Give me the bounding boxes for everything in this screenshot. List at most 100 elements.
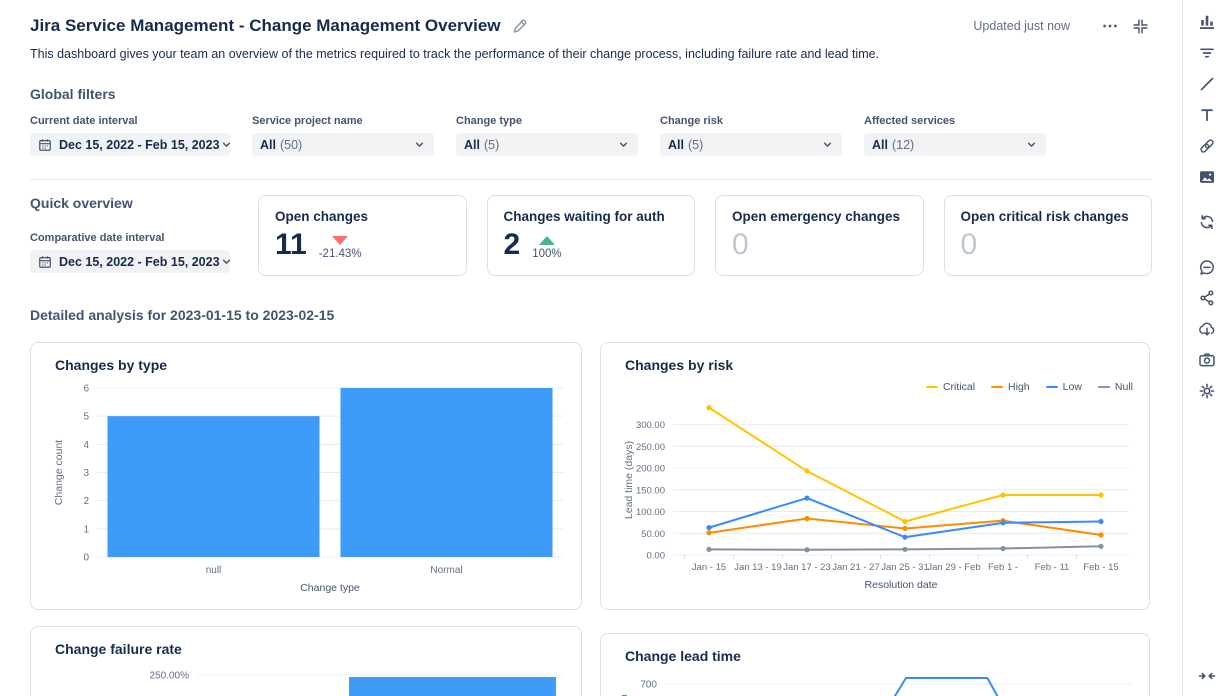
svg-text:null: null bbox=[206, 565, 222, 576]
calendar-icon bbox=[38, 138, 52, 152]
stat-card-title: Open critical risk changes bbox=[961, 209, 1136, 224]
image-icon[interactable] bbox=[1197, 167, 1217, 187]
stat-card-title: Open emergency changes bbox=[732, 209, 907, 224]
svg-text:Feb 1 -: Feb 1 - bbox=[988, 562, 1018, 573]
comparative-date-label: Comparative date interval bbox=[30, 232, 230, 244]
ellipsis-icon bbox=[1101, 17, 1119, 35]
filter-count: (12) bbox=[892, 138, 914, 152]
svg-text:50.00: 50.00 bbox=[641, 529, 665, 540]
change-type-select[interactable]: All(5) bbox=[456, 133, 638, 156]
collapse-panel-icon[interactable] bbox=[1197, 666, 1217, 686]
filter-count: (5) bbox=[688, 138, 703, 152]
camera-icon[interactable] bbox=[1197, 350, 1217, 370]
stat-card-open-emergency-changes: Open emergency changes0 bbox=[715, 195, 924, 276]
filter-group-service-project-name: Service project nameAll(50) bbox=[252, 115, 434, 156]
filter-label: Change type bbox=[456, 115, 638, 127]
svg-text:700: 700 bbox=[640, 680, 657, 691]
stat-card-title: Changes waiting for auth bbox=[504, 209, 679, 224]
svg-text:Lead time (days): Lead time (days) bbox=[623, 441, 635, 519]
detailed-analysis-heading: Detailed analysis for 2023-01-15 to 2023… bbox=[30, 307, 1152, 323]
filter-group-change-risk: Change riskAll(5) bbox=[660, 115, 842, 156]
stat-card-value: 2 bbox=[504, 230, 521, 260]
legend-dash bbox=[991, 386, 1003, 389]
filter-value: All bbox=[260, 138, 276, 152]
link-icon[interactable] bbox=[1197, 136, 1217, 156]
global-filters-heading: Global filters bbox=[30, 86, 1152, 102]
share-icon[interactable] bbox=[1197, 288, 1217, 308]
comment-icon[interactable] bbox=[1197, 257, 1217, 277]
chevron-down-icon bbox=[413, 138, 426, 151]
changes-by-type-chart: 0123456nullNormalChange typeChange count bbox=[47, 379, 565, 600]
change-lead-time-chart-card: Change lead time 700on bbox=[600, 633, 1150, 696]
svg-text:2: 2 bbox=[83, 496, 89, 507]
svg-text:Resolution date: Resolution date bbox=[865, 579, 938, 591]
svg-text:0: 0 bbox=[83, 553, 89, 564]
quick-overview-section: Quick overview Comparative date interval… bbox=[30, 195, 1152, 276]
filter-group-current-date-interval: Current date intervalDec 15, 2022 - Feb … bbox=[30, 115, 230, 156]
svg-text:5: 5 bbox=[83, 412, 89, 423]
change-risk-select[interactable]: All (5) bbox=[660, 133, 842, 156]
changes-by-type-chart-card: Changes by type 0123456nullNormalChange … bbox=[30, 342, 582, 610]
edit-title-button[interactable] bbox=[511, 17, 529, 35]
filter-count: (50) bbox=[280, 138, 302, 152]
service-project-name-select[interactable]: All (50) bbox=[252, 133, 434, 156]
chart-title: Change failure rate bbox=[55, 641, 565, 657]
stat-card-value: 0 bbox=[961, 230, 978, 260]
svg-text:Jan - 15: Jan - 15 bbox=[692, 562, 726, 573]
stat-cards-row: Open changes11-21.43%Changes waiting for… bbox=[258, 195, 1152, 276]
quick-overview-heading: Quick overview bbox=[30, 195, 230, 211]
change-lead-time-chart: 700on bbox=[617, 670, 1133, 696]
more-options-button[interactable] bbox=[1098, 14, 1122, 38]
svg-text:Normal: Normal bbox=[430, 565, 462, 576]
chart-title: Change lead time bbox=[625, 648, 1133, 664]
legend-item-null[interactable]: Null bbox=[1098, 381, 1133, 393]
legend-item-high[interactable]: High bbox=[991, 381, 1030, 393]
dashboard-header: Jira Service Management - Change Managem… bbox=[30, 14, 1152, 38]
cloud-download-icon[interactable] bbox=[1197, 319, 1217, 339]
filter-value: All bbox=[872, 138, 888, 152]
legend-item-low[interactable]: Low bbox=[1046, 381, 1082, 393]
collapse-view-button[interactable] bbox=[1128, 14, 1152, 38]
filter-value: All bbox=[464, 138, 480, 152]
svg-text:Jan 21 - 27: Jan 21 - 27 bbox=[832, 562, 880, 573]
dashboard-main: Jira Service Management - Change Managem… bbox=[0, 0, 1182, 696]
legend-item-critical[interactable]: Critical bbox=[926, 381, 975, 393]
stat-card-open-changes: Open changes11-21.43% bbox=[258, 195, 467, 276]
bar-chart-icon[interactable] bbox=[1197, 12, 1217, 32]
dashboard-description: This dashboard gives your team an overvi… bbox=[30, 47, 1152, 61]
chevron-down-icon bbox=[220, 255, 233, 268]
stat-card-title: Open changes bbox=[275, 209, 450, 224]
svg-text:Change count: Change count bbox=[53, 440, 65, 505]
svg-text:Feb - 15: Feb - 15 bbox=[1083, 562, 1118, 573]
svg-text:Jan 25 - 31: Jan 25 - 31 bbox=[881, 562, 929, 573]
trend-percent: 100% bbox=[532, 248, 561, 260]
chevron-down-icon bbox=[220, 138, 233, 151]
filter-icon[interactable] bbox=[1197, 43, 1217, 63]
filter-group-change-type: Change type All(5) bbox=[456, 115, 638, 156]
filter-value: All bbox=[668, 138, 684, 152]
chevron-down-icon bbox=[617, 138, 630, 151]
trend-up-icon bbox=[539, 236, 555, 245]
change-failure-rate-chart: 250.00%200.00% bbox=[47, 663, 565, 696]
affected-services-select[interactable]: All (12) bbox=[864, 133, 1046, 156]
svg-text:3: 3 bbox=[83, 468, 89, 479]
comparative-date-interval-select[interactable]: Dec 15, 2022 - Feb 15, 2023 bbox=[30, 250, 230, 273]
svg-text:250.00: 250.00 bbox=[636, 442, 665, 453]
stat-card-open-critical-risk-changes: Open critical risk changes 0 bbox=[944, 195, 1153, 276]
svg-text:Change type: Change type bbox=[300, 582, 360, 594]
calendar-icon bbox=[38, 255, 52, 269]
chevron-down-icon bbox=[1025, 138, 1038, 151]
settings-gear-icon[interactable] bbox=[1197, 381, 1217, 401]
updated-status: Updated just now bbox=[973, 19, 1070, 33]
legend-dash bbox=[926, 386, 938, 389]
trend-down-icon bbox=[332, 236, 348, 245]
text-tool-icon[interactable] bbox=[1197, 105, 1217, 125]
tools-sidebar bbox=[1182, 0, 1230, 696]
filter-group-affected-services: Affected servicesAll(12) bbox=[864, 115, 1046, 156]
legend-dash bbox=[1098, 386, 1110, 389]
line-tool-icon[interactable] bbox=[1197, 74, 1217, 94]
stat-card-changes-waiting-for-auth: Changes waiting for auth 2 100% bbox=[487, 195, 696, 276]
legend-dash bbox=[1046, 386, 1058, 389]
current-date-interval-select[interactable]: Dec 15, 2022 - Feb 15, 2023 bbox=[30, 133, 230, 156]
refresh-icon[interactable] bbox=[1197, 212, 1217, 232]
